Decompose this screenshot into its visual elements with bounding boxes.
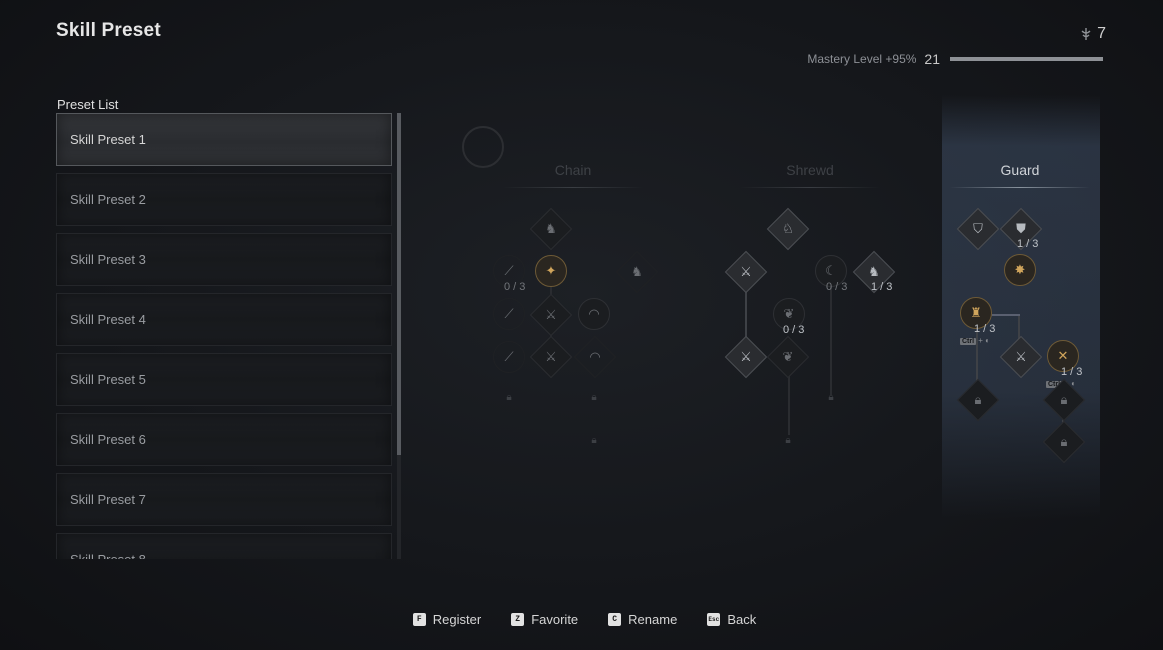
- column-title-chain[interactable]: Chain: [493, 162, 653, 178]
- skill-count: 1 / 3: [871, 281, 893, 293]
- skill-node[interactable]: ⚔: [529, 335, 573, 379]
- skill-figure-icon: ⚔: [740, 264, 752, 279]
- skill-node[interactable]: ⚔: [724, 335, 768, 379]
- preset-item-7[interactable]: Skill Preset 7: [56, 473, 392, 526]
- skill-point-icon: [1081, 28, 1091, 40]
- input-hint: Ctrl + ◐: [960, 336, 991, 345]
- preset-item-5[interactable]: Skill Preset 5: [56, 353, 392, 406]
- tree-connector: [992, 314, 1020, 316]
- preset-item-1[interactable]: Skill Preset 1: [56, 113, 392, 166]
- key-f-icon: F: [412, 613, 426, 626]
- key-c-icon: C: [608, 613, 622, 626]
- skill-count: 0 / 3: [783, 324, 805, 336]
- preset-list-scrollbar[interactable]: [397, 113, 401, 559]
- key-z-icon: Z: [511, 613, 525, 626]
- skill-node[interactable]: ⚔: [724, 250, 768, 294]
- skill-count: 1 / 3: [974, 323, 996, 335]
- skill-count: 0 / 3: [826, 281, 848, 293]
- skill-node[interactable]: ♞: [615, 250, 659, 294]
- skill-figure-icon: ♞: [545, 221, 557, 236]
- preset-item-8[interactable]: Skill Preset 8: [56, 533, 392, 559]
- skill-figure-icon: ❦: [782, 349, 794, 364]
- skill-figure-icon: ♞: [631, 264, 643, 279]
- preset-item-4[interactable]: Skill Preset 4: [56, 293, 392, 346]
- skill-node[interactable]: ⚔: [529, 293, 573, 337]
- back-action[interactable]: Esc Back: [707, 612, 756, 627]
- column-divider: [950, 187, 1090, 188]
- skill-figure-icon: ⚔: [740, 349, 752, 364]
- mastery-label: Mastery Level +95%: [807, 52, 917, 66]
- lock-icon: 🔒︎: [506, 392, 512, 403]
- preset-list-label: Preset List: [57, 97, 119, 112]
- action-bar: F Register Z Favorite C Rename Esc Back: [0, 612, 1163, 627]
- shield-icon: ⛉: [973, 221, 983, 236]
- skill-node[interactable]: ◠: [578, 298, 610, 330]
- lock-icon: 🔒︎: [591, 435, 597, 446]
- skill-count: 1 / 3: [1061, 366, 1083, 378]
- skill-figure-icon: ⚔: [545, 307, 557, 322]
- skill-figure-icon: ⚔: [1015, 349, 1027, 364]
- register-label: Register: [432, 612, 482, 627]
- skill-node[interactable]: ♞: [529, 207, 573, 251]
- back-label: Back: [727, 612, 757, 627]
- skill-node[interactable]: ⟋: [493, 341, 525, 373]
- lock-icon: 🔒︎: [974, 392, 982, 407]
- rename-action[interactable]: C Rename: [608, 612, 677, 627]
- lock-icon: 🔒︎: [828, 392, 834, 403]
- preset-list[interactable]: Skill Preset 1 Skill Preset 2 Skill Pres…: [56, 113, 392, 559]
- lock-icon: 🔒︎: [591, 392, 597, 403]
- lock-icon: 🔒︎: [1060, 434, 1068, 449]
- mastery-progress-bar: [950, 57, 1103, 61]
- skill-count: 0 / 3: [504, 281, 526, 293]
- mastery-progress-fill: [950, 57, 1103, 61]
- preset-item-3[interactable]: Skill Preset 3: [56, 233, 392, 286]
- mastery-level: Mastery Level +95% 21: [807, 51, 1103, 67]
- tree-connector: [830, 285, 832, 395]
- skill-node-active[interactable]: ✸: [1004, 254, 1036, 286]
- skill-tree: Chain Shrewd Guard ♞ ⟋ 0 / 3 ✦ ♞ ⟋ ⚔ ◠ ⟋…: [440, 95, 1120, 555]
- column-divider: [503, 187, 643, 188]
- skill-node-active[interactable]: ✦: [535, 255, 567, 287]
- mastery-level-value: 21: [924, 51, 940, 67]
- skill-points-value: 7: [1097, 25, 1106, 42]
- column-title-shrewd[interactable]: Shrewd: [730, 162, 890, 178]
- preset-item-2[interactable]: Skill Preset 2: [56, 173, 392, 226]
- skill-node[interactable]: ♘: [766, 207, 810, 251]
- skill-node[interactable]: ⟋: [493, 298, 525, 330]
- lock-icon: 🔒︎: [785, 435, 791, 446]
- skill-figure-icon: ◠: [589, 349, 601, 364]
- favorite-label: Favorite: [531, 612, 579, 627]
- skill-figure-icon: ⚔: [545, 349, 557, 364]
- skill-count: 1 / 3: [1017, 238, 1039, 250]
- key-esc-icon: Esc: [707, 613, 721, 626]
- skill-points: 7: [1080, 25, 1106, 43]
- scrollbar-thumb[interactable]: [397, 113, 401, 455]
- skill-figure-icon: ♘: [782, 221, 794, 236]
- skill-node[interactable]: ❦: [766, 335, 810, 379]
- register-action[interactable]: F Register: [412, 612, 482, 627]
- lock-icon: 🔒︎: [1060, 392, 1068, 407]
- page-title: Skill Preset: [56, 20, 161, 41]
- rename-label: Rename: [628, 612, 678, 627]
- preset-item-6[interactable]: Skill Preset 6: [56, 413, 392, 466]
- column-title-guard[interactable]: Guard: [940, 162, 1100, 178]
- column-divider: [740, 187, 880, 188]
- skill-node[interactable]: ◠: [573, 335, 617, 379]
- favorite-action[interactable]: Z Favorite: [511, 612, 578, 627]
